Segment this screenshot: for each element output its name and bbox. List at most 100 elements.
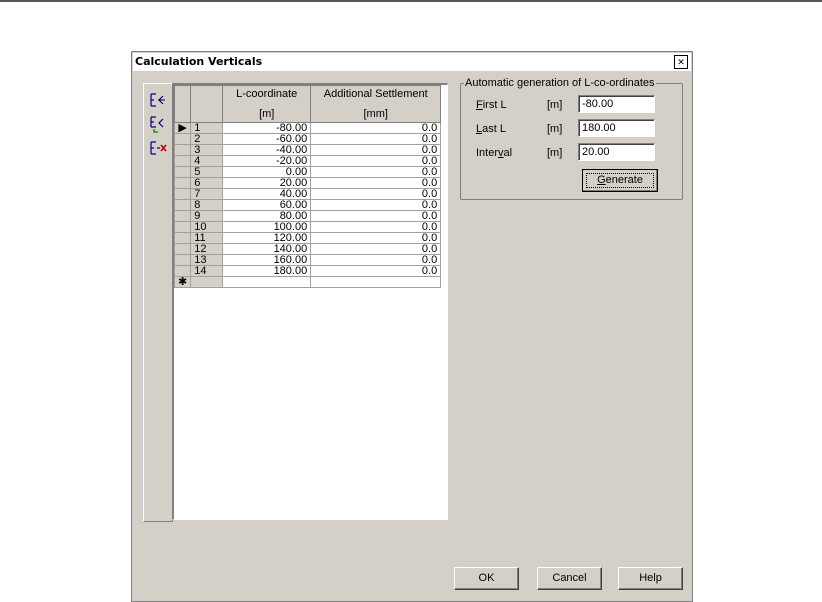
table-row[interactable]: 3 -40.00 0.0: [173, 144, 442, 156]
row-indicator[interactable]: ▶: [173, 122, 192, 134]
settlement-cell[interactable]: 0.0: [310, 122, 442, 134]
row-indicator[interactable]: [173, 232, 192, 244]
l-coordinate-cell[interactable]: 80.00: [222, 210, 312, 222]
row-number[interactable]: 7: [190, 188, 224, 200]
new-row-indicator[interactable]: ✱: [173, 276, 192, 288]
settlement-cell[interactable]: 0.0: [310, 254, 442, 266]
row-indicator[interactable]: [173, 199, 192, 211]
row-indicator[interactable]: [173, 177, 192, 189]
row-indicator[interactable]: [173, 221, 192, 233]
l-coordinate-cell[interactable]: [222, 276, 312, 288]
row-indicator[interactable]: [173, 188, 192, 200]
settlement-cell[interactable]: 0.0: [310, 144, 442, 156]
table-row[interactable]: 7 40.00 0.0: [173, 188, 442, 200]
automatic-generation-group: Automatic generation of L-co-ordinates F…: [460, 77, 683, 200]
row-number[interactable]: 3: [190, 144, 224, 156]
l-coordinate-cell[interactable]: 60.00: [222, 199, 312, 211]
row-indicator[interactable]: [173, 210, 192, 222]
row-number[interactable]: 1: [190, 122, 224, 134]
table-row[interactable]: 9 80.00 0.0: [173, 210, 442, 222]
row-indicator[interactable]: [173, 166, 192, 178]
l-coordinate-cell[interactable]: -80.00: [222, 122, 312, 134]
settlement-cell[interactable]: 0.0: [310, 243, 442, 255]
table-row[interactable]: 10 100.00 0.0: [173, 221, 442, 233]
first-l-unit: [m]: [547, 99, 563, 111]
interval-input[interactable]: [578, 143, 655, 161]
table-row[interactable]: 13 160.00 0.0: [173, 254, 442, 266]
settlement-cell[interactable]: 0.0: [310, 177, 442, 189]
row-indicator[interactable]: [173, 144, 192, 156]
settlement-cell[interactable]: 0.0: [310, 166, 442, 178]
insert-row-icon: [150, 93, 165, 107]
row-number[interactable]: 8: [190, 199, 224, 211]
row-number[interactable]: 2: [190, 133, 224, 145]
l-coordinate-header[interactable]: L-coordinate [m]: [222, 85, 312, 123]
l-coordinate-cell[interactable]: 160.00: [222, 254, 312, 266]
top-divider: [0, 0, 822, 2]
row-number[interactable]: 4: [190, 155, 224, 167]
l-coordinate-cell[interactable]: 40.00: [222, 188, 312, 200]
row-indicator[interactable]: [173, 155, 192, 167]
row-number[interactable]: 11: [190, 232, 224, 244]
l-coordinate-cell[interactable]: -40.00: [222, 144, 312, 156]
generate-button[interactable]: Generate: [582, 169, 658, 192]
table-row[interactable]: 6 20.00 0.0: [173, 177, 442, 189]
add-row-button[interactable]: [148, 114, 168, 134]
row-number[interactable]: [190, 276, 224, 288]
table-header-row: L-coordinate [m] Additional Settlement […: [173, 85, 442, 123]
l-coordinate-cell[interactable]: 120.00: [222, 232, 312, 244]
settlement-cell[interactable]: 0.0: [310, 188, 442, 200]
row-indicator[interactable]: [173, 133, 192, 145]
table-row[interactable]: 14 180.00 0.0: [173, 265, 442, 277]
row-number[interactable]: 5: [190, 166, 224, 178]
table-row[interactable]: 4 -20.00 0.0: [173, 155, 442, 167]
settlement-cell[interactable]: 0.0: [310, 221, 442, 233]
delete-row-button[interactable]: [148, 138, 168, 158]
dialog-titlebar: Calculation Verticals ✕: [133, 53, 691, 71]
first-l-label: First L: [476, 99, 507, 111]
row-number[interactable]: 10: [190, 221, 224, 233]
close-button[interactable]: ✕: [674, 55, 688, 69]
table-row[interactable]: 8 60.00 0.0: [173, 199, 442, 211]
table-row[interactable]: 5 0.00 0.0: [173, 166, 442, 178]
table-row[interactable]: 11 120.00 0.0: [173, 232, 442, 244]
interval-unit: [m]: [547, 147, 563, 159]
settlement-cell[interactable]: 0.0: [310, 265, 442, 277]
table-row[interactable]: 2 -60.00 0.0: [173, 133, 442, 145]
indicator-header: [173, 85, 192, 123]
l-coordinate-cell[interactable]: 140.00: [222, 243, 312, 255]
additional-settlement-header[interactable]: Additional Settlement [mm]: [310, 85, 442, 123]
insert-row-button[interactable]: [148, 90, 168, 110]
table-row[interactable]: 12 140.00 0.0: [173, 243, 442, 255]
first-l-input[interactable]: [578, 95, 655, 113]
settlement-cell[interactable]: 0.0: [310, 133, 442, 145]
settlement-cell[interactable]: 0.0: [310, 210, 442, 222]
row-indicator[interactable]: [173, 265, 192, 277]
l-coordinate-cell[interactable]: 180.00: [222, 265, 312, 277]
l-coordinate-cell[interactable]: 0.00: [222, 166, 312, 178]
l-coordinate-cell[interactable]: 20.00: [222, 177, 312, 189]
row-indicator[interactable]: [173, 254, 192, 266]
ok-button[interactable]: OK: [454, 567, 519, 590]
verticals-grid[interactable]: L-coordinate [m] Additional Settlement […: [172, 83, 448, 520]
row-indicator[interactable]: [173, 243, 192, 255]
row-number[interactable]: 6: [190, 177, 224, 189]
l-coordinate-cell[interactable]: -60.00: [222, 133, 312, 145]
group-legend: Automatic generation of L-co-ordinates: [464, 77, 656, 89]
row-number[interactable]: 12: [190, 243, 224, 255]
settlement-cell[interactable]: 0.0: [310, 232, 442, 244]
calculation-verticals-dialog: Calculation Verticals ✕ L-coordinate [m]…: [131, 51, 693, 602]
settlement-cell[interactable]: 0.0: [310, 199, 442, 211]
l-coordinate-cell[interactable]: 100.00: [222, 221, 312, 233]
table-row[interactable]: ▶ 1 -80.00 0.0: [173, 122, 442, 134]
row-number[interactable]: 9: [190, 210, 224, 222]
cancel-button[interactable]: Cancel: [537, 567, 602, 590]
new-row[interactable]: ✱: [173, 276, 442, 288]
settlement-cell[interactable]: 0.0: [310, 155, 442, 167]
help-button[interactable]: Help: [618, 567, 683, 590]
row-number[interactable]: 13: [190, 254, 224, 266]
row-number[interactable]: 14: [190, 265, 224, 277]
l-coordinate-cell[interactable]: -20.00: [222, 155, 312, 167]
last-l-input[interactable]: [578, 119, 655, 137]
settlement-cell[interactable]: [310, 276, 442, 288]
